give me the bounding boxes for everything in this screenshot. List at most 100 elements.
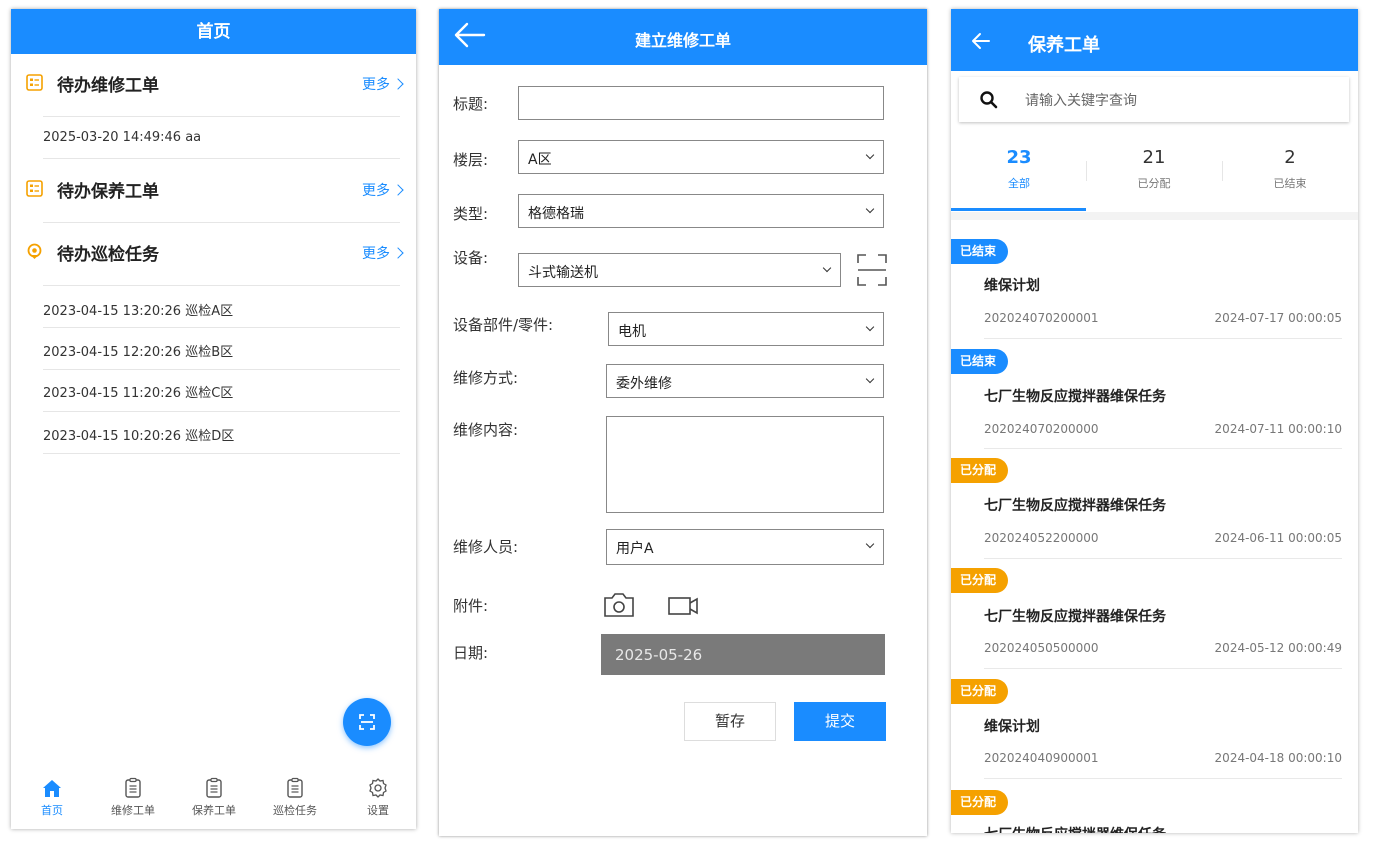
order-title[interactable]: 维保计划 [984, 716, 1040, 736]
tab-assigned[interactable]: 21 已分配 [1087, 147, 1221, 191]
tab-patrol-tasks[interactable]: 巡检任务 [260, 777, 330, 818]
order-time: 2024-07-17 00:00:05 [1214, 311, 1342, 325]
video-icon[interactable] [667, 595, 701, 617]
tab-label: 保养工单 [192, 804, 236, 817]
list-item[interactable]: 2023-04-15 12:20:26 巡检B区 [43, 341, 233, 360]
status-badge: 已结束 [951, 239, 1009, 264]
section-pending-maintenance: 待办保养工单 更多 [11, 160, 416, 220]
divider [984, 778, 1342, 779]
section-title: 待办维修工单 [57, 76, 159, 96]
home-icon [43, 780, 61, 797]
more-link[interactable]: 更多 [362, 243, 402, 263]
section-title: 待办巡检任务 [57, 245, 159, 265]
back-arrow-icon[interactable] [971, 32, 991, 50]
page-title: 建立维修工单 [634, 31, 731, 50]
header-bar: 保养工单 [951, 9, 1358, 71]
title-label: 标题: [453, 95, 489, 113]
divider [43, 158, 400, 159]
list-item[interactable]: 2025-03-20 14:49:46 aa [43, 130, 201, 145]
tab-finished[interactable]: 2 已结束 [1223, 147, 1357, 191]
list-item[interactable]: 2023-04-15 13:20:26 巡检A区 [43, 300, 233, 319]
status-badge: 已分配 [951, 568, 1009, 593]
tab-settings[interactable]: 设置 [343, 777, 413, 818]
camera-icon[interactable] [603, 592, 635, 618]
divider [43, 453, 400, 454]
status-badge: 已分配 [951, 790, 1009, 815]
maintenance-list-screen: 保养工单 请输入关键字查询 23 全部 21 已分配 2 已结束 已结束 维保计… [951, 9, 1358, 833]
tab-repair-orders[interactable]: 维修工单 [98, 777, 168, 818]
separator-band [951, 212, 1358, 220]
save-draft-button[interactable]: 暂存 [684, 702, 776, 741]
more-link[interactable]: 更多 [362, 180, 402, 200]
section-pending-repair: 待办维修工单 更多 [11, 54, 416, 114]
divider [43, 285, 400, 286]
staff-label: 维修人员: [453, 538, 519, 556]
floor-select[interactable]: A区 [518, 140, 884, 174]
date-label: 日期: [453, 644, 489, 662]
more-link[interactable]: 更多 [362, 74, 402, 94]
status-badge: 已分配 [951, 679, 1009, 704]
search-input[interactable]: 请输入关键字查询 [1025, 90, 1137, 110]
bottom-tab-bar: 首页 维修工单 保养工单 巡检任务 设置 [11, 769, 416, 829]
order-code: 202024070200000 [984, 422, 1099, 436]
checklist-icon [26, 74, 43, 91]
attachment-label: 附件: [453, 597, 489, 615]
order-title[interactable]: 七厂生物反应搅拌器维保任务 [984, 495, 1166, 515]
divider [984, 448, 1342, 449]
search-bar[interactable]: 请输入关键字查询 [959, 77, 1349, 122]
tab-label: 维修工单 [111, 804, 155, 817]
divider [984, 558, 1342, 559]
method-label: 维修方式: [453, 369, 519, 387]
tab-label: 设置 [367, 804, 389, 817]
date-field[interactable]: 2025-05-26 [601, 634, 885, 675]
status-badge: 已分配 [951, 458, 1009, 483]
order-title[interactable]: 维保计划 [984, 275, 1040, 295]
title-input[interactable] [518, 86, 884, 120]
order-title[interactable]: 七厂生物反应搅拌器维保任务 [984, 824, 1166, 833]
order-code: 202024052200000 [984, 531, 1099, 545]
method-select[interactable]: 委外维修 [606, 364, 884, 398]
order-time: 2024-07-11 00:00:10 [1214, 422, 1342, 436]
device-select[interactable]: 斗式输送机 [518, 253, 841, 287]
clipboard-icon [206, 777, 222, 798]
type-label: 类型: [453, 205, 489, 223]
count: 23 [1006, 147, 1032, 168]
device-label: 设备: [453, 249, 489, 267]
order-code: 202024050500000 [984, 641, 1099, 655]
floor-label: 楼层: [453, 151, 489, 169]
count-label: 全部 [1008, 177, 1030, 190]
page-title: 保养工单 [1028, 35, 1100, 56]
content-textarea[interactable] [606, 416, 884, 513]
type-select[interactable]: 格德格瑞 [518, 194, 884, 228]
tab-all[interactable]: 23 全部 [952, 147, 1086, 191]
divider [43, 411, 400, 412]
status-badge: 已结束 [951, 349, 1009, 374]
home-screen: 首页 待办维修工单 更多 2025-03-20 14:49:46 aa 待办保养… [11, 9, 416, 829]
divider [984, 668, 1342, 669]
tab-maintenance-orders[interactable]: 保养工单 [179, 777, 249, 818]
list-item[interactable]: 2023-04-15 10:20:26 巡检D区 [43, 425, 234, 444]
checklist-icon [26, 180, 43, 197]
tab-label: 首页 [41, 804, 63, 817]
tab-home[interactable]: 首页 [17, 777, 87, 818]
count: 21 [1142, 147, 1166, 168]
scan-fab-button[interactable] [343, 698, 391, 746]
list-item[interactable]: 2023-04-15 11:20:26 巡检C区 [43, 382, 233, 401]
repair-form-screen: 建立维修工单 标题: 楼层: A区 类型: 格德格瑞 设备: 斗式输送机 设备部… [439, 9, 927, 836]
order-time: 2024-06-11 00:00:05 [1214, 531, 1342, 545]
order-time: 2024-04-18 00:00:10 [1214, 751, 1342, 765]
clipboard-icon [125, 777, 141, 798]
search-icon [980, 91, 998, 109]
part-label: 设备部件/零件: [453, 316, 554, 334]
staff-select[interactable]: 用户A [606, 529, 884, 565]
order-title[interactable]: 七厂生物反应搅拌器维保任务 [984, 386, 1166, 406]
scan-icon[interactable] [856, 253, 888, 287]
count-label: 已分配 [1137, 177, 1171, 190]
order-title[interactable]: 七厂生物反应搅拌器维保任务 [984, 606, 1166, 626]
divider [43, 327, 400, 328]
part-select[interactable]: 电机 [608, 312, 884, 346]
gear-icon [369, 778, 387, 798]
header-bar: 建立维修工单 [439, 9, 927, 65]
divider [984, 338, 1342, 339]
submit-button[interactable]: 提交 [794, 702, 886, 741]
